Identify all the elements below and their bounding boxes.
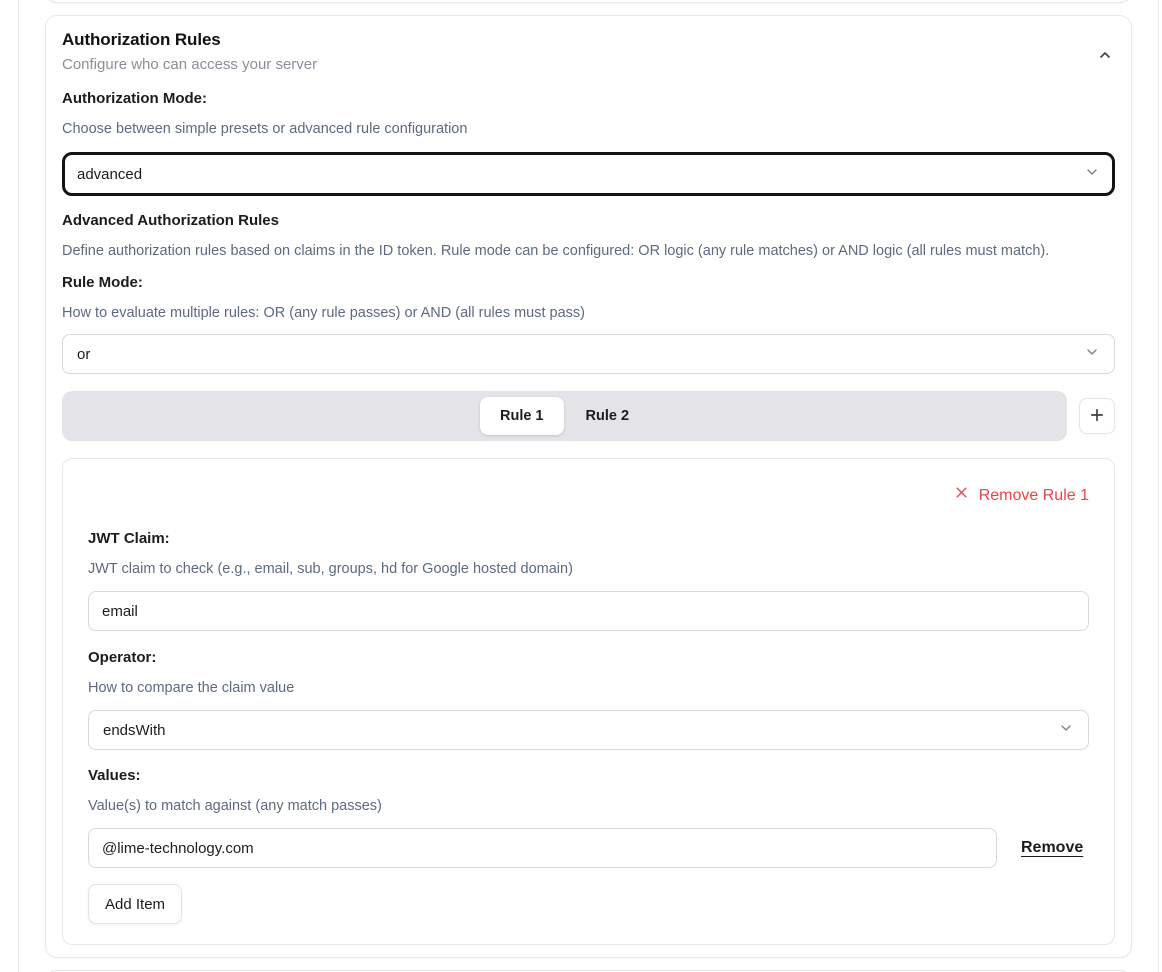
operator-description: How to compare the claim value xyxy=(88,677,1089,699)
add-rule-button[interactable] xyxy=(1079,398,1115,434)
operator-select-value: endsWith xyxy=(103,722,166,739)
authorization-mode-description: Choose between simple presets or advance… xyxy=(62,118,1115,140)
rule-tabs-bar: Rule 1 Rule 2 xyxy=(62,391,1067,441)
x-icon xyxy=(954,484,969,508)
rule-mode-label: Rule Mode: xyxy=(62,272,1115,294)
collapse-section-button[interactable] xyxy=(1093,44,1117,68)
value-item-row: Remove xyxy=(88,828,1089,868)
authorization-rules-card: Authorization Rules Configure who can ac… xyxy=(45,15,1132,958)
operator-label: Operator: xyxy=(88,647,1089,669)
section-subtitle: Configure who can access your server xyxy=(62,54,1115,76)
tab-rule-2[interactable]: Rule 2 xyxy=(566,397,650,435)
section-title: Authorization Rules xyxy=(62,28,1115,52)
rule-mode-select[interactable]: or xyxy=(62,334,1115,374)
rule-editor-card: Remove Rule 1 JWT Claim: JWT claim to ch… xyxy=(62,458,1115,945)
tab-rule-1[interactable]: Rule 1 xyxy=(480,397,564,435)
rule-mode-description: How to evaluate multiple rules: OR (any … xyxy=(62,302,1115,324)
remove-rule-label: Remove Rule 1 xyxy=(979,484,1089,508)
remove-value-link[interactable]: Remove xyxy=(1021,839,1083,857)
authorization-mode-select[interactable]: advanced xyxy=(62,152,1115,196)
value-input[interactable] xyxy=(88,828,997,868)
values-description: Value(s) to match against (any match pas… xyxy=(88,795,1089,817)
authorization-mode-label: Authorization Mode: xyxy=(62,88,1115,110)
jwt-claim-label: JWT Claim: xyxy=(88,528,1089,550)
advanced-rules-title: Advanced Authorization Rules xyxy=(62,210,1115,232)
rule-mode-select-value: or xyxy=(77,346,90,363)
chevron-down-icon xyxy=(1058,720,1074,740)
add-item-button[interactable]: Add Item xyxy=(88,884,182,924)
values-label: Values: xyxy=(88,765,1089,787)
jwt-claim-input[interactable] xyxy=(88,591,1089,631)
rule-tabs-row: Rule 1 Rule 2 xyxy=(62,391,1115,441)
settings-panel: Authorization Rules Configure who can ac… xyxy=(18,0,1159,972)
previous-section-card xyxy=(45,0,1132,3)
chevron-down-icon xyxy=(1084,344,1100,364)
chevron-up-icon xyxy=(1097,47,1113,66)
chevron-down-icon xyxy=(1084,164,1100,184)
jwt-claim-description: JWT claim to check (e.g., email, sub, gr… xyxy=(88,558,1089,580)
advanced-rules-description: Define authorization rules based on clai… xyxy=(62,240,1115,262)
authorization-mode-select-value: advanced xyxy=(77,166,142,183)
operator-select[interactable]: endsWith xyxy=(88,710,1089,750)
plus-icon xyxy=(1088,406,1106,427)
remove-rule-button[interactable]: Remove Rule 1 xyxy=(954,484,1089,508)
remove-rule-row: Remove Rule 1 xyxy=(88,484,1089,508)
